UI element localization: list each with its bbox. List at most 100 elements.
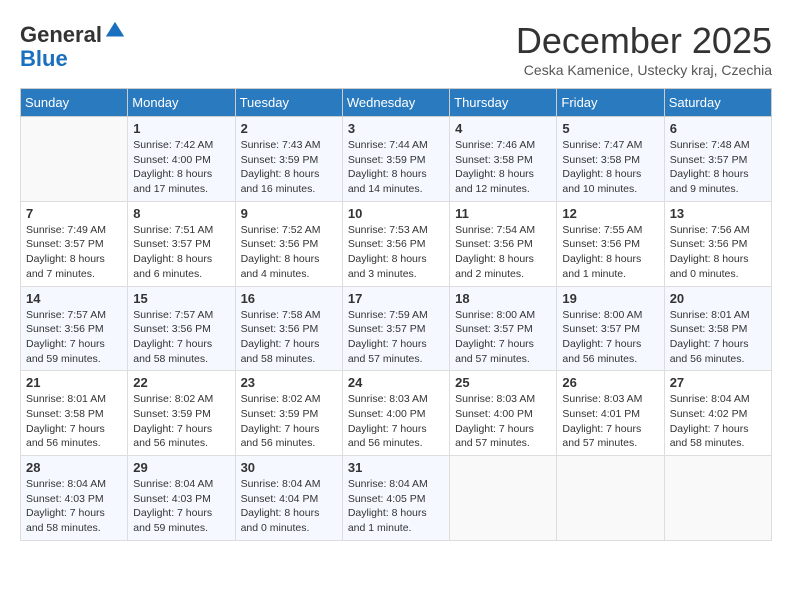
day-number: 26 [562,375,658,390]
calendar-cell [21,117,128,202]
day-info: Sunrise: 8:04 AM Sunset: 4:03 PM Dayligh… [133,477,229,536]
calendar-cell: 28 Sunrise: 8:04 AM Sunset: 4:03 PM Dayli… [21,456,128,541]
calendar-cell [557,456,664,541]
weekday-header: Monday [128,89,235,117]
month-title: December 2025 [516,20,772,62]
day-number: 16 [241,291,337,306]
page-header: General Blue December 2025 Ceska Kamenic… [20,20,772,78]
calendar-cell: 27 Sunrise: 8:04 AM Sunset: 4:02 PM Dayli… [664,371,771,456]
day-number: 31 [348,460,444,475]
day-number: 18 [455,291,551,306]
calendar-cell: 14 Sunrise: 7:57 AM Sunset: 3:56 PM Dayli… [21,286,128,371]
title-block: December 2025 Ceska Kamenice, Ustecky kr… [516,20,772,78]
day-number: 12 [562,206,658,221]
calendar-cell: 4 Sunrise: 7:46 AM Sunset: 3:58 PM Daylig… [450,117,557,202]
weekday-header: Saturday [664,89,771,117]
calendar-cell: 10 Sunrise: 7:53 AM Sunset: 3:56 PM Dayli… [342,201,449,286]
calendar-cell [450,456,557,541]
location-subtitle: Ceska Kamenice, Ustecky kraj, Czechia [516,62,772,78]
day-info: Sunrise: 7:51 AM Sunset: 3:57 PM Dayligh… [133,223,229,282]
weekday-header: Tuesday [235,89,342,117]
day-number: 3 [348,121,444,136]
day-number: 23 [241,375,337,390]
logo-icon [104,20,126,42]
logo: General Blue [20,20,126,71]
calendar-cell: 20Sunrise: 8:01 AM Sunset: 3:58 PM Dayli… [664,286,771,371]
day-number: 20 [670,291,766,306]
day-info: Sunrise: 7:54 AM Sunset: 3:56 PM Dayligh… [455,223,551,282]
day-info: Sunrise: 7:55 AM Sunset: 3:56 PM Dayligh… [562,223,658,282]
calendar-cell: 16 Sunrise: 7:58 AM Sunset: 3:56 PM Dayli… [235,286,342,371]
calendar-cell: 1Sunrise: 7:42 AM Sunset: 4:00 PM Daylig… [128,117,235,202]
day-number: 27 [670,375,766,390]
day-number: 22 [133,375,229,390]
calendar-cell [664,456,771,541]
calendar-cell: 31 Sunrise: 8:04 AM Sunset: 4:05 PM Dayli… [342,456,449,541]
logo-blue: Blue [20,46,68,71]
day-number: 17 [348,291,444,306]
weekday-header: Thursday [450,89,557,117]
day-info: Sunrise: 8:01 AM Sunset: 3:58 PM Dayligh… [26,392,122,451]
weekday-header: Sunday [21,89,128,117]
calendar-cell: 12 Sunrise: 7:55 AM Sunset: 3:56 PM Dayli… [557,201,664,286]
day-info: Sunrise: 7:59 AM Sunset: 3:57 PM Dayligh… [348,308,444,367]
day-info: Sunrise: 7:57 AM Sunset: 3:56 PM Dayligh… [133,308,229,367]
calendar-cell: 13Sunrise: 7:56 AM Sunset: 3:56 PM Dayli… [664,201,771,286]
day-number: 5 [562,121,658,136]
day-info: Sunrise: 7:46 AM Sunset: 3:58 PM Dayligh… [455,138,551,197]
calendar-cell: 30 Sunrise: 8:04 AM Sunset: 4:04 PM Dayli… [235,456,342,541]
day-number: 28 [26,460,122,475]
calendar-cell: 25 Sunrise: 8:03 AM Sunset: 4:00 PM Dayli… [450,371,557,456]
day-number: 11 [455,206,551,221]
day-info: Sunrise: 8:04 AM Sunset: 4:02 PM Dayligh… [670,392,766,451]
day-number: 15 [133,291,229,306]
day-number: 4 [455,121,551,136]
calendar-cell: 5 Sunrise: 7:47 AM Sunset: 3:58 PM Daylig… [557,117,664,202]
calendar-cell: 24Sunrise: 8:03 AM Sunset: 4:00 PM Dayli… [342,371,449,456]
day-info: Sunrise: 8:04 AM Sunset: 4:05 PM Dayligh… [348,477,444,536]
day-info: Sunrise: 8:04 AM Sunset: 4:03 PM Dayligh… [26,477,122,536]
day-number: 19 [562,291,658,306]
calendar-cell: 17 Sunrise: 7:59 AM Sunset: 3:57 PM Dayli… [342,286,449,371]
calendar-cell: 23Sunrise: 8:02 AM Sunset: 3:59 PM Dayli… [235,371,342,456]
day-info: Sunrise: 8:03 AM Sunset: 4:01 PM Dayligh… [562,392,658,451]
day-number: 14 [26,291,122,306]
calendar-cell: 8 Sunrise: 7:51 AM Sunset: 3:57 PM Daylig… [128,201,235,286]
day-number: 29 [133,460,229,475]
day-info: Sunrise: 8:00 AM Sunset: 3:57 PM Dayligh… [455,308,551,367]
day-number: 7 [26,206,122,221]
day-info: Sunrise: 8:04 AM Sunset: 4:04 PM Dayligh… [241,477,337,536]
day-number: 10 [348,206,444,221]
day-number: 13 [670,206,766,221]
day-info: Sunrise: 7:43 AM Sunset: 3:59 PM Dayligh… [241,138,337,197]
calendar-table: SundayMondayTuesdayWednesdayThursdayFrid… [20,88,772,541]
calendar-cell: 19Sunrise: 8:00 AM Sunset: 3:57 PM Dayli… [557,286,664,371]
calendar-cell: 26 Sunrise: 8:03 AM Sunset: 4:01 PM Dayli… [557,371,664,456]
day-info: Sunrise: 7:53 AM Sunset: 3:56 PM Dayligh… [348,223,444,282]
day-info: Sunrise: 7:42 AM Sunset: 4:00 PM Dayligh… [133,138,229,197]
day-number: 8 [133,206,229,221]
calendar-cell: 3 Sunrise: 7:44 AM Sunset: 3:59 PM Daylig… [342,117,449,202]
day-info: Sunrise: 7:58 AM Sunset: 3:56 PM Dayligh… [241,308,337,367]
day-info: Sunrise: 7:44 AM Sunset: 3:59 PM Dayligh… [348,138,444,197]
calendar-cell: 22 Sunrise: 8:02 AM Sunset: 3:59 PM Dayli… [128,371,235,456]
day-info: Sunrise: 7:48 AM Sunset: 3:57 PM Dayligh… [670,138,766,197]
day-info: Sunrise: 7:47 AM Sunset: 3:58 PM Dayligh… [562,138,658,197]
day-info: Sunrise: 7:52 AM Sunset: 3:56 PM Dayligh… [241,223,337,282]
day-info: Sunrise: 8:02 AM Sunset: 3:59 PM Dayligh… [133,392,229,451]
day-number: 25 [455,375,551,390]
day-number: 30 [241,460,337,475]
day-info: Sunrise: 8:03 AM Sunset: 4:00 PM Dayligh… [455,392,551,451]
day-number: 2 [241,121,337,136]
day-number: 24 [348,375,444,390]
day-info: Sunrise: 7:57 AM Sunset: 3:56 PM Dayligh… [26,308,122,367]
calendar-cell: 7Sunrise: 7:49 AM Sunset: 3:57 PM Daylig… [21,201,128,286]
calendar-cell: 29 Sunrise: 8:04 AM Sunset: 4:03 PM Dayli… [128,456,235,541]
calendar-cell: 18 Sunrise: 8:00 AM Sunset: 3:57 PM Dayli… [450,286,557,371]
calendar-cell: 9Sunrise: 7:52 AM Sunset: 3:56 PM Daylig… [235,201,342,286]
calendar-cell: 6 Sunrise: 7:48 AM Sunset: 3:57 PM Daylig… [664,117,771,202]
calendar-cell: 2 Sunrise: 7:43 AM Sunset: 3:59 PM Daylig… [235,117,342,202]
day-number: 6 [670,121,766,136]
calendar-cell: 11 Sunrise: 7:54 AM Sunset: 3:56 PM Dayli… [450,201,557,286]
day-number: 21 [26,375,122,390]
